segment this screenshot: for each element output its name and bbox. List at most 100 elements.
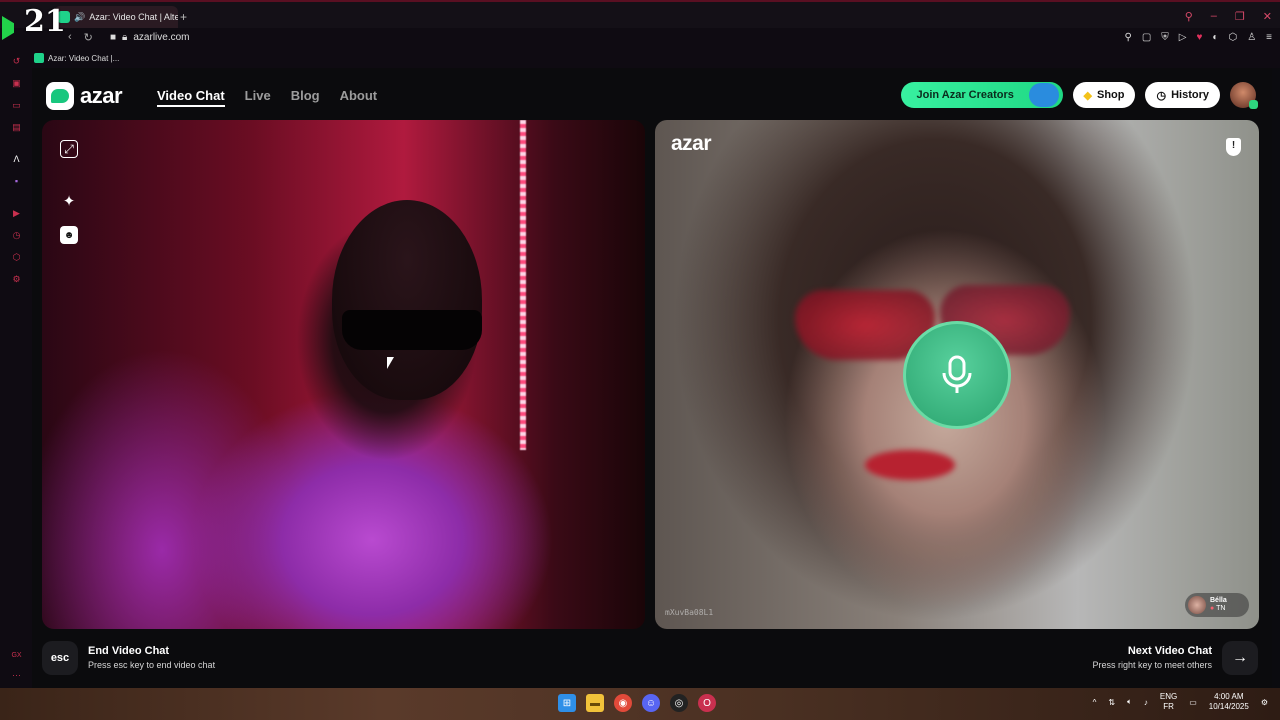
next-video-chat[interactable]: Next Video Chat Press right key to meet … <box>1092 645 1212 670</box>
close-icon[interactable]: ✕ <box>1263 10 1272 23</box>
search-icon[interactable]: ⚲ <box>1185 10 1193 23</box>
profile-icon[interactable]: ♙ <box>1247 32 1256 43</box>
new-tab-button[interactable]: + <box>180 10 187 24</box>
camera-icon[interactable]: ■ <box>110 32 116 43</box>
puzzle-icon[interactable]: ⬡ <box>1228 32 1237 43</box>
display-icon[interactable]: ▭ <box>1189 698 1197 707</box>
microphone-button[interactable] <box>903 321 1011 429</box>
nav-blog[interactable]: Blog <box>291 88 320 107</box>
url-text: azarlive.com <box>133 32 190 43</box>
system-tray: ^ ⇅ 🔈︎ ♪ ENG FR ▭ 4:00 AM 10/14/2025 ⚙ <box>1093 692 1268 712</box>
window-controls: ⚲ – ❐ ✕ <box>1185 10 1272 23</box>
play-icon[interactable]: ▶ <box>11 208 22 219</box>
chrome-icon[interactable]: ◉ <box>614 694 632 712</box>
twitch-icon[interactable]: ▪ <box>11 176 22 187</box>
pin-icon[interactable]: ⚲ <box>1124 32 1131 43</box>
session-code: mXuvBa08L1 <box>665 608 714 617</box>
bookmark-azar[interactable]: Azar: Video Chat |... <box>34 53 119 63</box>
restore-icon[interactable]: ❐ <box>1235 10 1245 23</box>
azar-logo[interactable]: azar <box>46 82 123 110</box>
lang-top: ENG <box>1159 692 1178 701</box>
sparkle-icon[interactable]: ✦ <box>60 192 78 210</box>
chat-controls: esc End Video Chat Press esc key to end … <box>32 638 1272 678</box>
partner-avatar <box>1188 596 1206 614</box>
bag-icon[interactable]: ▣ <box>11 78 22 89</box>
file-explorer-icon[interactable]: ▬ <box>586 694 604 712</box>
nav-video-chat[interactable]: Video Chat <box>157 88 225 107</box>
speaker-icon[interactable]: 🔊 <box>74 12 85 23</box>
windows-start-icon[interactable]: ⊞ <box>558 694 576 712</box>
lang-bottom: FR <box>1163 702 1174 711</box>
report-shield-icon[interactable]: ! <box>1226 138 1241 156</box>
shield-icon[interactable]: ⛨ <box>1161 32 1169 43</box>
cube-icon[interactable]: ⬡ <box>11 252 22 263</box>
end-hint: Press esc key to end video chat <box>88 660 216 670</box>
back-icon[interactable]: ‹ <box>68 31 72 44</box>
logo-text: azar <box>80 83 123 108</box>
next-arrow-button[interactable]: → <box>1222 641 1258 675</box>
partner-name: Bélla <box>1210 597 1227 604</box>
join-creators-label: Join Azar Creators <box>916 89 1014 101</box>
mic-tray-icon[interactable]: ♪ <box>1144 698 1148 707</box>
user-avatar[interactable] <box>1230 82 1258 109</box>
join-creators-button[interactable]: Join Azar Creators <box>900 82 1063 108</box>
settings-icon[interactable]: ⚙ <box>11 274 22 285</box>
bookmark-bar: Azar: Video Chat |... <box>0 50 1280 68</box>
flag-icon: ● <box>1210 605 1215 612</box>
shop-button[interactable]: ◆ Shop <box>1072 82 1136 108</box>
clock-icon[interactable]: ◷ <box>11 230 22 241</box>
chevron-up-icon[interactable]: ^ <box>1093 698 1097 707</box>
end-video-chat[interactable]: End Video Chat Press esc key to end vide… <box>88 645 215 670</box>
led-strip <box>520 120 526 450</box>
screenshot-icon[interactable]: ▢ <box>1142 32 1151 43</box>
more-icon[interactable]: ··· <box>11 670 22 681</box>
remote-video: azar ! mXuvBa08L1 Bélla ● TN <box>655 120 1259 629</box>
language-indicator[interactable]: ENG FR <box>1160 692 1177 712</box>
creators-deco-icon <box>1028 83 1059 107</box>
bookmark-label: Azar: Video Chat |... <box>48 53 120 63</box>
mouse-cursor-icon <box>387 357 394 369</box>
shop-label: Shop <box>1096 89 1125 101</box>
gx-icon[interactable]: GX <box>11 650 22 661</box>
azar-page: azar Video Chat Live Blog About Join Aza… <box>32 68 1272 688</box>
partner-badge[interactable]: Bélla ● TN <box>1185 593 1249 617</box>
news-icon[interactable]: ▤ <box>11 122 22 133</box>
face-filter-icon[interactable]: ☻ <box>60 226 78 244</box>
clock[interactable]: 4:00 AM 10/14/2025 <box>1209 692 1249 712</box>
nav-about[interactable]: About <box>340 88 378 107</box>
network-icon[interactable]: ⇅ <box>1108 698 1115 707</box>
azar-favicon-icon <box>34 53 44 63</box>
nav-live[interactable]: Live <box>245 88 271 107</box>
minimize-icon[interactable]: – <box>1211 10 1217 23</box>
notification-icon[interactable]: ⚙ <box>1261 698 1268 707</box>
aria-icon[interactable]: Λ <box>11 154 22 165</box>
extension-toolbar: ⚲ ▢ ⛨ ▷ ♥ ◐ ⬡ ♙ ≡ <box>1124 32 1272 43</box>
esc-key-button[interactable]: esc <box>42 641 78 675</box>
local-sunglasses <box>342 310 482 350</box>
menu-icon[interactable]: ≡ <box>1266 32 1272 43</box>
tab-title: Azar: Video Chat | Alte <box>89 12 178 22</box>
history-label: History <box>1171 89 1209 101</box>
discord-icon[interactable]: ☺ <box>642 694 660 712</box>
overlay-badge: 21 <box>2 4 66 40</box>
video-watermark-logo: azar <box>671 132 712 155</box>
history-icon[interactable]: ↺ <box>11 56 22 67</box>
opera-gx-icon[interactable]: O <box>698 694 716 712</box>
local-person <box>332 200 482 400</box>
chat-icon[interactable]: ▭ <box>11 100 22 111</box>
obs-icon[interactable]: ◎ <box>670 694 688 712</box>
reload-icon[interactable]: ↻ <box>84 31 93 44</box>
url-field[interactable]: ■ 🔒︎ azarlive.com <box>110 32 190 43</box>
partner-country: TN <box>1216 605 1226 612</box>
address-bar: ‹ ↻ ■ 🔒︎ azarlive.com ⚲ ▢ ⛨ ▷ ♥ ◐ ⬡ ♙ ≡ <box>0 28 1280 50</box>
vpn-icon[interactable]: ◐ <box>1212 32 1218 43</box>
remote-lips <box>865 450 955 480</box>
volume-icon[interactable]: 🔈︎ <box>1127 697 1132 707</box>
badge-accent <box>2 16 14 40</box>
history-button[interactable]: ◷ History <box>1145 82 1220 108</box>
heart-icon[interactable]: ♥ <box>1196 32 1202 43</box>
play-icon[interactable]: ▷ <box>1179 32 1187 43</box>
end-title: End Video Chat <box>88 645 170 657</box>
browser-tab-azar[interactable]: 🔊 Azar: Video Chat | Alte <box>54 6 178 28</box>
expand-icon[interactable]: ⤢ <box>60 140 78 158</box>
